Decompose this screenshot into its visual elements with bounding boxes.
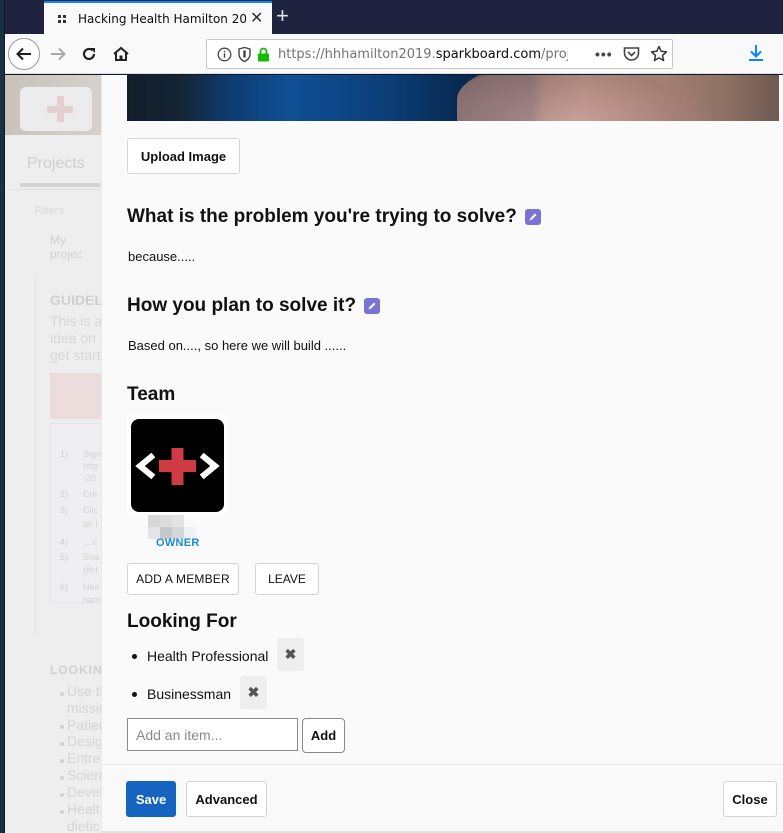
- close-x-icon: ✖: [284, 646, 297, 662]
- plan-title-text: How you plan to solve it?: [127, 295, 357, 316]
- page-actions-button[interactable]: •••: [595, 46, 613, 62]
- remove-item-button[interactable]: ✖: [277, 638, 304, 671]
- tracking-shield-icon[interactable]: [238, 46, 251, 62]
- close-x-icon: ✖: [247, 684, 260, 700]
- looking-for-item: Health Professional: [132, 648, 268, 664]
- lock-icon[interactable]: [257, 47, 270, 62]
- problem-section-title: What is the problem you're trying to sol…: [127, 206, 541, 228]
- background-filters-label: Filters: [34, 205, 64, 217]
- edit-pencil-icon[interactable]: [524, 209, 541, 225]
- save-button[interactable]: Save: [126, 781, 176, 817]
- background-tab-underline: [20, 183, 100, 187]
- hacking-health-logo-icon: [135, 448, 220, 485]
- screen: Hacking Health Hamilton 2019 ✕ + https:/…: [0, 0, 783, 833]
- advanced-button[interactable]: Advanced: [186, 781, 267, 817]
- team-section-title: Team: [127, 384, 176, 405]
- problem-title-text: What is the problem you're trying to sol…: [127, 206, 517, 227]
- back-button[interactable]: [8, 38, 40, 70]
- new-tab-button[interactable]: +: [276, 5, 289, 27]
- add-member-button[interactable]: ADD A MEMBER: [127, 563, 239, 595]
- remove-item-button[interactable]: ✖: [240, 676, 267, 709]
- background-banner: [50, 373, 101, 419]
- url-bar[interactable]: https://hhhamilton2019.sparkboard.com/pr…: [206, 39, 673, 69]
- looking-for-item-label: Businessman: [147, 686, 232, 702]
- background-guidelines-title: GUIDEL: [50, 292, 101, 308]
- leave-button[interactable]: LEAVE: [255, 563, 319, 595]
- arrow-left-icon: [16, 47, 31, 61]
- background-page: Projects Filters My projec GUIDEL This i…: [5, 75, 101, 833]
- reload-icon: [82, 47, 96, 61]
- background-hero: [5, 75, 101, 135]
- url-prefix: https://hhhamilton2019.: [278, 46, 436, 62]
- reload-button[interactable]: [78, 43, 100, 65]
- url-text[interactable]: https://hhhamilton2019.sparkboard.com/pr…: [278, 47, 568, 62]
- team-member-card[interactable]: [127, 415, 228, 515]
- modal-footer: Save Advanced Close: [102, 764, 783, 833]
- looking-for-item-label: Health Professional: [147, 648, 269, 664]
- close-tab-icon[interactable]: ✕: [250, 10, 263, 27]
- plan-text[interactable]: Based on...., so here we will build ....…: [128, 338, 346, 353]
- edit-project-modal: Upload Image What is the problem you're …: [101, 75, 783, 833]
- browser-nav-bar: https://hhhamilton2019.sparkboard.com/pr…: [5, 34, 783, 74]
- tab-title: Hacking Health Hamilton 2019: [78, 11, 246, 26]
- home-button[interactable]: [110, 43, 132, 65]
- plan-section-title: How you plan to solve it?: [127, 295, 381, 317]
- upload-image-button[interactable]: Upload Image: [127, 138, 240, 174]
- bookmark-star-icon[interactable]: [650, 45, 668, 63]
- desktop-edge: [0, 0, 4, 833]
- owner-role-label: OWNER: [156, 537, 200, 549]
- background-guideline-line: idea on S: [50, 330, 101, 346]
- info-icon[interactable]: [217, 47, 232, 62]
- background-tab-projects: Projects: [27, 155, 85, 172]
- home-icon: [113, 46, 129, 61]
- browser-tab[interactable]: Hacking Health Hamilton 2019 ✕: [44, 1, 272, 34]
- add-item-input[interactable]: [127, 718, 298, 751]
- background-logo: [20, 87, 92, 131]
- problem-text[interactable]: because.....: [128, 249, 195, 264]
- browser-tab-bar: Hacking Health Hamilton 2019 ✕ +: [5, 0, 783, 34]
- project-image: [127, 75, 779, 121]
- edit-pencil-icon[interactable]: [364, 298, 381, 314]
- arrow-right-icon: [51, 47, 66, 61]
- favicon-icon: [58, 14, 66, 23]
- background-guideline-line: get start: [50, 347, 101, 363]
- looking-for-title: Looking For: [127, 611, 237, 632]
- add-item-button[interactable]: Add: [302, 718, 345, 753]
- looking-for-item: Businessman: [132, 686, 231, 702]
- background-guideline-line: This is a: [50, 313, 101, 329]
- close-button[interactable]: Close: [723, 781, 777, 817]
- forward-button[interactable]: [47, 43, 69, 65]
- url-domain: sparkboard.com: [435, 46, 541, 62]
- url-path: /proj: [541, 46, 568, 62]
- pocket-icon[interactable]: [623, 46, 640, 62]
- download-icon[interactable]: [748, 44, 764, 62]
- member-avatar[interactable]: [131, 419, 224, 512]
- background-my-projects: My projec: [50, 233, 83, 261]
- background-looking-title: LOOKIN: [50, 663, 101, 677]
